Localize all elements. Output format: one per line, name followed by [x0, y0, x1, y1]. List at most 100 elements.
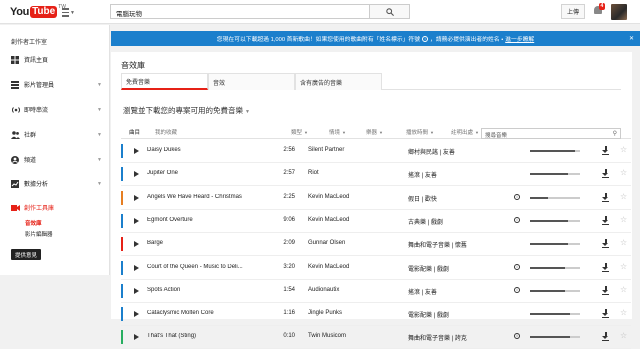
star-icon[interactable]: ☆: [620, 215, 627, 224]
guide-menu-icon[interactable]: ▼: [62, 6, 75, 18]
play-icon[interactable]: [134, 311, 139, 318]
avatar[interactable]: [611, 4, 627, 20]
close-icon[interactable]: ✕: [629, 35, 634, 42]
search-input[interactable]: 電腦玩物: [110, 4, 370, 19]
play-icon[interactable]: [134, 194, 139, 201]
play-icon[interactable]: [134, 287, 139, 294]
announcement-banner: 您現在可以下載超過 1,000 首新歌曲！如果您使用的歌曲附有「姓名標示」符號 …: [111, 31, 640, 46]
track-row[interactable]: Spots Action 1:54 Audionautix 搖滾 | 友善 i ☆: [121, 280, 631, 303]
track-artist[interactable]: Jingle Punks: [308, 310, 398, 316]
track-artist[interactable]: Riot: [308, 170, 398, 176]
play-icon[interactable]: [134, 171, 139, 178]
download-icon[interactable]: [602, 169, 609, 179]
track-artist[interactable]: Audionautix: [308, 287, 398, 293]
track-genre: 搖滾 | 友善: [408, 173, 437, 180]
sidebar-item-label: 即時串流: [24, 108, 49, 114]
track-artist[interactable]: Silent Partner: [308, 147, 398, 153]
star-icon[interactable]: ☆: [620, 192, 627, 201]
track-artist[interactable]: Kevin MacLeod: [308, 217, 398, 223]
genre-color-bar: [121, 237, 123, 252]
instrument-dropdown[interactable]: 樂器 ▼: [366, 128, 383, 136]
genre-dropdown[interactable]: 類型 ▼: [291, 128, 308, 136]
star-icon[interactable]: ☆: [620, 262, 627, 271]
track-artist[interactable]: Gunnar Olsen: [308, 240, 398, 246]
track-row[interactable]: Angels We Have Heard - Christmas 2:25 Kevi…: [121, 187, 631, 210]
sidebar-item-create[interactable]: 創作工具庫: [11, 202, 106, 213]
track-row[interactable]: That's That (Sting) 0:10 Twin Musicom 舞曲和電子…: [121, 326, 631, 349]
popularity-bar: [530, 173, 580, 176]
sidebar-item-community[interactable]: 社群 ▼: [11, 129, 106, 140]
star-icon[interactable]: ☆: [620, 238, 627, 247]
star-icon[interactable]: ☆: [620, 145, 627, 154]
download-icon[interactable]: [602, 146, 609, 155]
download-icon[interactable]: [602, 262, 609, 272]
attribution-dropdown[interactable]: 註明出處 ▼: [451, 128, 479, 136]
mood-dropdown[interactable]: 情境 ▼: [329, 128, 346, 136]
chevron-down-icon: ▼: [97, 81, 102, 88]
page-title: 音效庫: [121, 61, 145, 70]
play-icon[interactable]: [134, 148, 139, 154]
sidebar-subitem-video-editor[interactable]: 影片編輯器: [25, 230, 53, 238]
learn-more-link[interactable]: 進一步瞭解: [505, 34, 534, 43]
download-icon[interactable]: [602, 332, 609, 342]
sidebar-item-video-manager[interactable]: 影片管理員 ▼: [11, 79, 106, 90]
download-icon[interactable]: [602, 309, 609, 319]
download-icon[interactable]: [602, 285, 609, 295]
track-row[interactable]: Jupiter One 2:57 Riot 搖滾 | 友善 ☆: [121, 163, 631, 187]
filter-tab-tracks[interactable]: 曲目: [129, 128, 140, 136]
popularity-fill: [530, 173, 568, 176]
filter-tab-favorites[interactable]: 我的收藏: [155, 128, 177, 136]
track-artist[interactable]: Kevin MacLeod: [308, 264, 398, 270]
subtitle-text: 瀏覽並下載您的專案可用的免費音樂: [123, 106, 243, 115]
sidebar-item-dashboard[interactable]: 資訊主頁: [11, 54, 106, 65]
track-artist[interactable]: Twin Musicom: [308, 333, 398, 339]
play-icon[interactable]: [134, 334, 139, 341]
sidebar-item-channel[interactable]: 頻道 ▼: [11, 154, 106, 165]
track-artist[interactable]: Kevin MacLeod: [308, 194, 398, 200]
download-icon[interactable]: [602, 239, 609, 249]
track-row[interactable]: Court of the Queen - Music to Deli... 3:2…: [121, 257, 631, 280]
tab-ad-supported-music[interactable]: 含有廣告的音樂: [295, 73, 382, 90]
upload-button[interactable]: 上傳: [561, 4, 585, 19]
attribution-icon: i: [514, 216, 520, 223]
track-row[interactable]: Barge 2:09 Gunnar Olsen 舞曲和電子音樂 | 懷舊 ☆: [121, 233, 631, 257]
tab-sound-effects[interactable]: 音效: [208, 73, 295, 90]
youtube-logo[interactable]: You Tube TW: [10, 4, 66, 19]
track-title: Spots Action: [147, 286, 181, 293]
track-row[interactable]: Egmont Overture 9:06 Kevin MacLeod 古典樂 | 戲劇…: [121, 210, 631, 233]
star-icon[interactable]: ☆: [620, 331, 627, 340]
live-stream-icon: [11, 106, 21, 114]
section-subtitle[interactable]: 瀏覽並下載您的專案可用的免費音樂 ▼: [123, 105, 250, 116]
track-title: Egmont Overture: [147, 216, 193, 223]
tab-free-music[interactable]: 免費音樂: [121, 73, 208, 90]
genre-color-bar: [121, 283, 123, 298]
sidebar-item-live-streaming[interactable]: 即時串流 ▼: [11, 104, 106, 115]
send-feedback-button[interactable]: 提供意見: [11, 249, 42, 260]
star-icon[interactable]: ☆: [620, 168, 627, 177]
genre-color-bar: [121, 167, 123, 182]
search-button[interactable]: [370, 4, 410, 19]
sidebar-item-label: 影片管理員: [24, 83, 55, 89]
attribution-icon: i: [514, 333, 520, 340]
music-search-input[interactable]: 搜尋音樂 ⚲: [481, 128, 621, 139]
notifications-bell-icon[interactable]: 4: [594, 3, 605, 16]
track-row[interactable]: Cataclysmic Molten Core 1:16 Jingle Punks 電…: [121, 303, 631, 327]
star-icon[interactable]: ☆: [620, 285, 627, 294]
play-icon[interactable]: [134, 264, 139, 271]
track-title: Barge: [147, 240, 164, 247]
download-icon[interactable]: [602, 215, 609, 225]
star-icon[interactable]: ☆: [620, 308, 627, 317]
sidebar-title[interactable]: 創作者工作室: [11, 37, 47, 46]
download-icon[interactable]: [602, 192, 609, 202]
play-icon[interactable]: [134, 241, 139, 248]
duration-dropdown[interactable]: 播放時間 ▼: [406, 128, 434, 136]
sidebar-item-analytics[interactable]: 數據分析 ▼: [11, 178, 106, 189]
masthead: You Tube TW ▼ 電腦玩物 上傳 4: [0, 0, 640, 24]
play-icon[interactable]: [134, 217, 139, 224]
sidebar-subitem-audio-library[interactable]: 音效庫: [25, 219, 42, 227]
popularity-bar: [530, 243, 580, 246]
track-genre: 舞曲和電子音樂 | 懷舊: [408, 243, 467, 250]
popularity-fill: [530, 336, 570, 339]
sidebar-item-label: 創作工具庫: [24, 206, 55, 212]
track-row[interactable]: Daisy Dukes 2:56 Silent Partner 鄉村與民謠 | 友善 ☆: [121, 140, 631, 163]
